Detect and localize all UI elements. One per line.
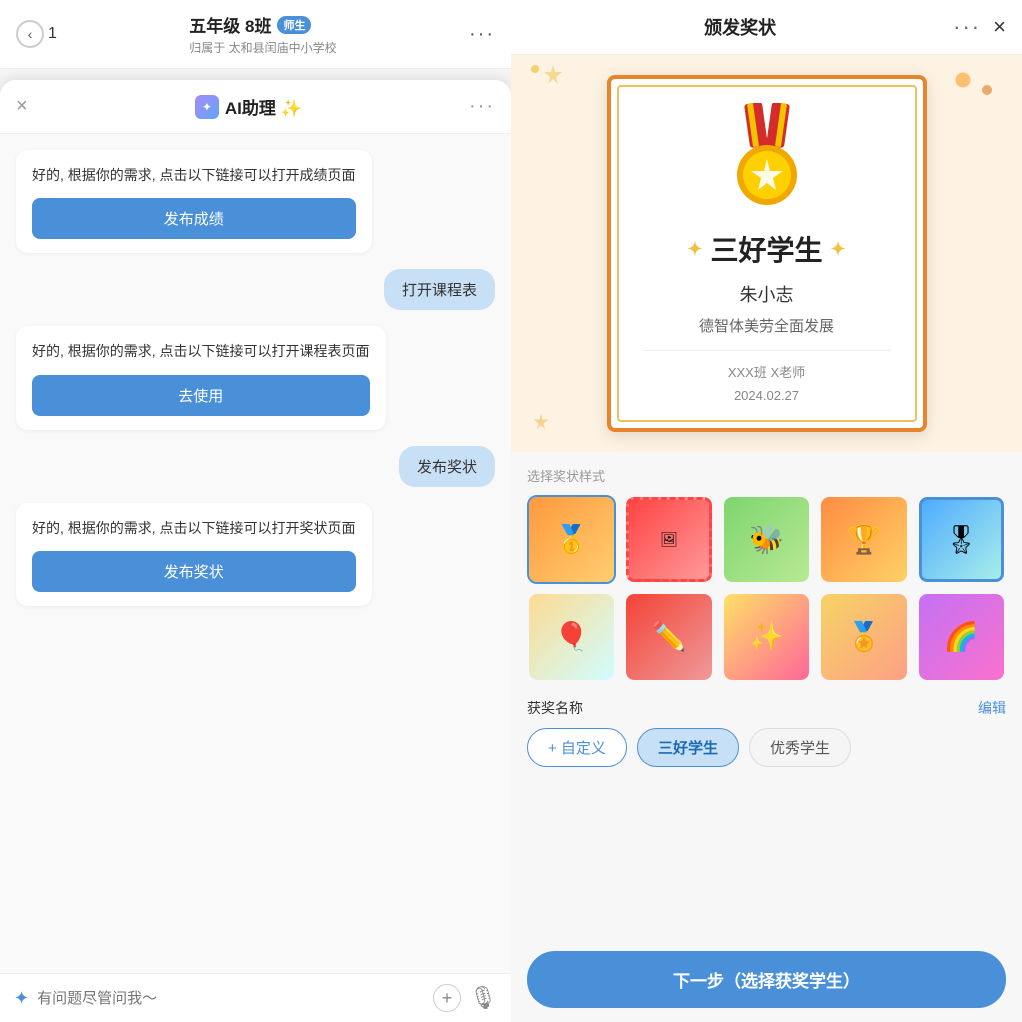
cert-teacher-text: XXX班 X老师: [728, 361, 805, 384]
award-section: 获奖名称 编辑 + 自定义 三好学生 优秀学生: [511, 690, 1022, 775]
right-close-button[interactable]: ×: [993, 14, 1006, 40]
bot-message-1-text: 好的, 根据你的需求, 点击以下链接可以打开成绩页面: [32, 164, 356, 186]
cert-date-text: 2024.02.27: [728, 384, 805, 407]
style-thumb-10: 🌈: [919, 594, 1004, 679]
publish-score-button[interactable]: 发布成绩: [32, 198, 356, 239]
style-thumb-7: ✏️: [626, 594, 711, 679]
next-step-button[interactable]: 下一步（选择获奖学生）: [527, 951, 1006, 1008]
magic-icon: ✦: [14, 988, 29, 1009]
right-header-actions: ··· ×: [953, 14, 1006, 40]
deco-bottom-left: [531, 412, 551, 432]
deco-star-left: [541, 63, 565, 87]
ai-icon: ✦: [195, 95, 219, 119]
bot-message-3: 好的, 根据你的需求, 点击以下链接可以打开奖状页面 发布奖状: [16, 503, 372, 606]
bot-message-2: 好的, 根据你的需求, 点击以下链接可以打开课程表页面 去使用: [16, 326, 386, 429]
cert-student-name: 朱小志: [740, 281, 794, 307]
cert-award-title: ✦ 三好学生 ✦: [687, 229, 845, 269]
award-chip-custom[interactable]: + 自定义: [527, 728, 627, 767]
award-chip-youxiu[interactable]: 优秀学生: [749, 728, 851, 767]
style-item-2[interactable]: 🖼: [624, 495, 713, 584]
style-thumb-8: ✨: [724, 594, 809, 679]
ai-title-row: ✦ AI助理 ✨: [195, 94, 302, 119]
style-item-4[interactable]: 🏆: [819, 495, 908, 584]
style-label: 选择奖状样式: [527, 466, 1006, 485]
class-name: 五年级 8班: [189, 12, 271, 37]
style-item-6[interactable]: 🎈: [527, 592, 616, 681]
right-header-title: 颁发奖状: [704, 14, 776, 40]
style-thumb-6: 🎈: [529, 594, 614, 679]
bot-message-3-text: 好的, 根据你的需求, 点击以下链接可以打开奖状页面: [32, 517, 356, 539]
class-title-area: 五年级 8班 师生 归属于 太和县闰庙中小学校: [189, 12, 336, 56]
style-thumb-4: 🏆: [821, 497, 906, 582]
style-section: 选择奖状样式 🥇 🖼 🐝 🏆 🎖 🎈 ✏️: [511, 452, 1022, 690]
award-chip-sanhao[interactable]: 三好学生: [637, 728, 739, 767]
bot-message-1: 好的, 根据你的需求, 点击以下链接可以打开成绩页面 发布成绩: [16, 150, 372, 253]
right-panel: 颁发奖状 ··· ×: [511, 0, 1022, 1022]
cert-divider: [642, 350, 892, 351]
teacher-badge: 师生: [277, 16, 311, 34]
right-header: 颁发奖状 ··· ×: [511, 0, 1022, 55]
style-thumb-3: 🐝: [724, 497, 809, 582]
topbar-more-button[interactable]: ···: [469, 23, 495, 46]
cert-medal-area: [611, 79, 923, 225]
ai-more-button[interactable]: ···: [469, 95, 495, 118]
user-message-2: 发布奖状: [399, 446, 495, 487]
ai-messages-list: 好的, 根据你的需求, 点击以下链接可以打开成绩页面 发布成绩 打开课程表 好的…: [0, 134, 511, 973]
left-panel: ‹ 1 五年级 8班 师生 归属于 太和县闰庙中小学校 ··· 海纳：多30/3…: [0, 0, 511, 1022]
ai-panel: × ✦ AI助理 ✨ ··· 好的, 根据你的需求, 点击以下链接可以打开成绩页…: [0, 80, 511, 1022]
style-item-8[interactable]: ✨: [722, 592, 811, 681]
style-item-7[interactable]: ✏️: [624, 592, 713, 681]
style-thumb-1: 🥇: [529, 497, 614, 582]
cert-star-left: ✦: [687, 239, 702, 260]
ai-input-bar: ✦ + 🎙: [0, 973, 511, 1022]
cert-description: 德智体美劳全面发展: [699, 315, 834, 336]
top-bar: ‹ 1 五年级 8班 师生 归属于 太和县闰庙中小学校 ···: [0, 0, 511, 69]
user-message-1: 打开课程表: [384, 269, 495, 310]
style-thumb-9: 🏅: [821, 594, 906, 679]
ai-panel-header: × ✦ AI助理 ✨ ···: [0, 80, 511, 134]
certificate-preview-area: ✦ 三好学生 ✦ 朱小志 德智体美劳全面发展 XXX班 X老师 2024.02.…: [511, 55, 1022, 452]
style-grid: 🥇 🖼 🐝 🏆 🎖 🎈 ✏️ ✨ �: [527, 495, 1006, 682]
publish-award-button[interactable]: 发布奖状: [32, 551, 356, 592]
style-item-3[interactable]: 🐝: [722, 495, 811, 584]
certificate-card: ✦ 三好学生 ✦ 朱小志 德智体美劳全面发展 XXX班 X老师 2024.02.…: [607, 75, 927, 432]
bot-message-2-text: 好的, 根据你的需求, 点击以下链接可以打开课程表页面: [32, 340, 370, 362]
style-item-10[interactable]: 🌈: [917, 592, 1006, 681]
back-number: 1: [48, 25, 57, 43]
medal-svg: [717, 103, 817, 213]
user-message-1-text: 打开课程表: [402, 282, 477, 299]
school-name: 归属于 太和县闰庙中小学校: [189, 39, 336, 56]
style-thumb-5: 🎖: [919, 497, 1004, 582]
cert-title-text: 三好学生: [710, 229, 822, 269]
style-item-9[interactable]: 🏅: [819, 592, 908, 681]
ai-input-field[interactable]: [37, 990, 425, 1007]
style-item-5[interactable]: 🎖: [917, 495, 1006, 584]
right-more-button[interactable]: ···: [953, 14, 981, 40]
class-name-row: 五年级 8班 师生: [189, 12, 336, 37]
award-chips: + 自定义 三好学生 优秀学生: [527, 728, 1006, 767]
back-button[interactable]: ‹ 1: [16, 20, 57, 48]
style-thumb-2: 🖼: [626, 497, 711, 582]
add-button[interactable]: +: [433, 984, 461, 1012]
deco-circle-right: [954, 71, 972, 89]
cert-teacher-info: XXX班 X老师 2024.02.27: [728, 361, 805, 408]
style-item-1[interactable]: 🥇: [527, 495, 616, 584]
use-schedule-button[interactable]: 去使用: [32, 375, 370, 416]
cert-star-right: ✦: [831, 239, 846, 260]
ai-close-button[interactable]: ×: [16, 95, 28, 118]
next-step-area: 下一步（选择获奖学生）: [511, 937, 1022, 1022]
microphone-icon[interactable]: 🎙: [469, 985, 497, 1011]
award-header: 获奖名称 编辑: [527, 698, 1006, 718]
award-section-label: 获奖名称: [527, 698, 583, 718]
user-message-2-text: 发布奖状: [417, 459, 477, 476]
back-circle: ‹: [16, 20, 44, 48]
ai-title: AI助理 ✨: [225, 94, 302, 119]
award-edit-button[interactable]: 编辑: [978, 698, 1006, 718]
